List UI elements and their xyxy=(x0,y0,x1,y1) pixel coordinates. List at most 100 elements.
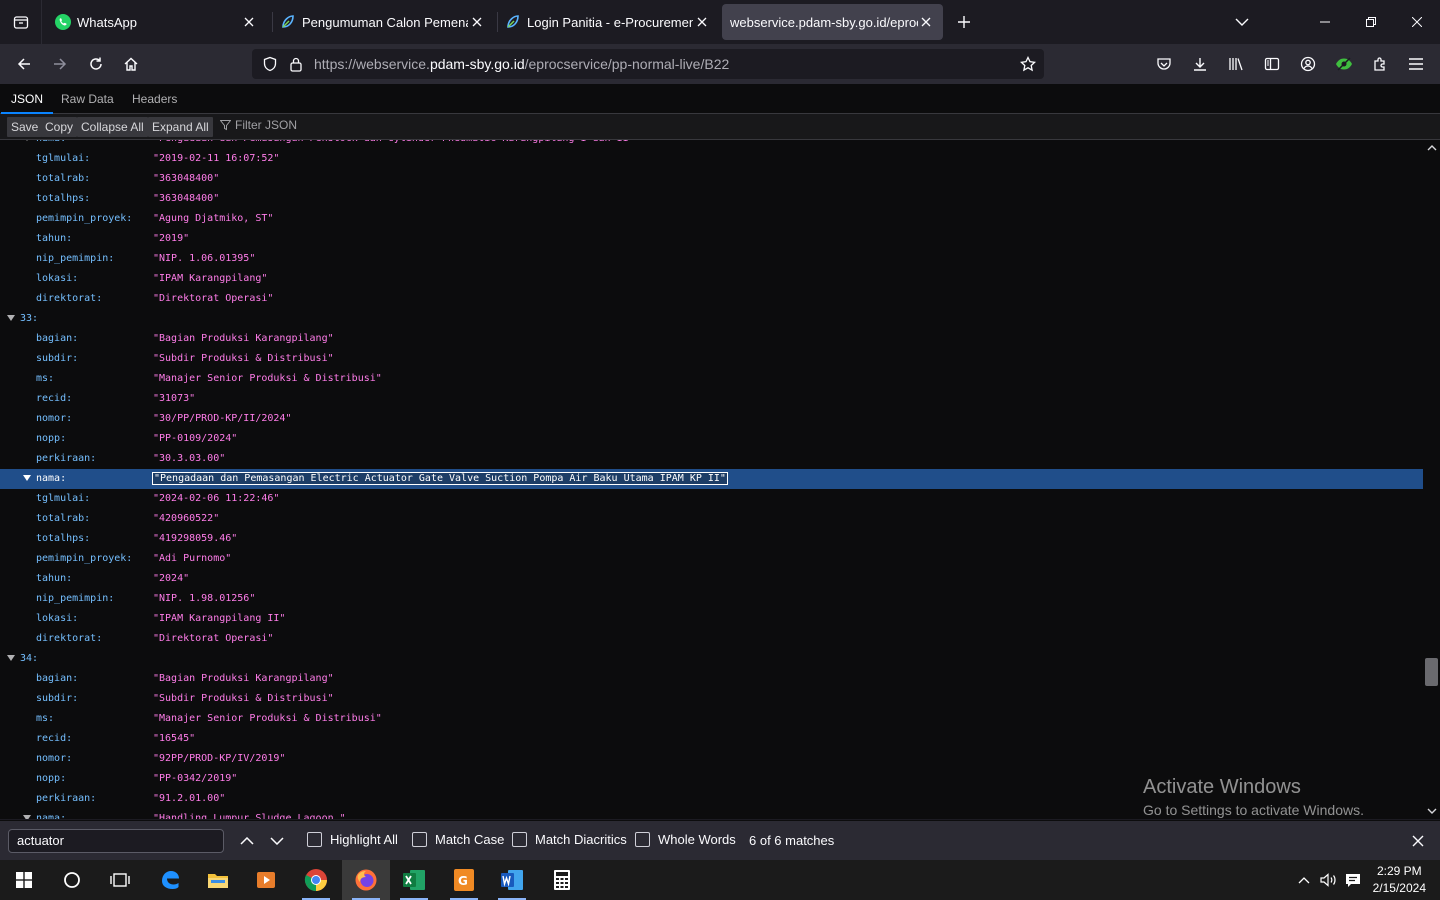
save-button[interactable]: Save xyxy=(7,117,43,137)
json-row[interactable]: direktorat: "Direktorat Operasi" xyxy=(0,289,1423,309)
json-row[interactable]: nomor: "30/PP/PROD-KP/II/2024" xyxy=(0,409,1423,429)
find-previous-button[interactable] xyxy=(235,829,259,853)
close-find-bar-button[interactable] xyxy=(1406,829,1430,853)
expand-toggle-icon[interactable] xyxy=(23,475,31,481)
excel-taskbar-button[interactable] xyxy=(390,860,438,900)
app-menu-button[interactable] xyxy=(1402,50,1430,78)
tab-pengumuman[interactable]: Pengumuman Calon Pemenang xyxy=(274,4,494,40)
expand-toggle-icon[interactable] xyxy=(23,815,31,819)
url-bar[interactable]: https://webservice.pdam-sby.go.id/eprocs… xyxy=(252,49,1044,79)
tab-webservice[interactable]: webservice.pdam-sby.go.id/eprocservice xyxy=(722,4,943,40)
restore-button[interactable] xyxy=(1348,0,1394,44)
expand-all-button[interactable]: Expand All xyxy=(148,117,213,137)
vertical-scrollbar[interactable] xyxy=(1423,140,1440,819)
json-row[interactable]: totalrab: "363048400" xyxy=(0,169,1423,189)
json-row[interactable]: nip_pemimpin: "NIP. 1.98.01256" xyxy=(0,589,1423,609)
show-hidden-icons-button[interactable] xyxy=(1292,860,1316,900)
media-player-taskbar-button[interactable] xyxy=(242,860,290,900)
calculator-taskbar-button[interactable] xyxy=(538,860,586,900)
highlight-all-checkbox[interactable]: Highlight All xyxy=(307,832,398,847)
tab-raw-data[interactable]: Raw Data xyxy=(51,84,124,114)
close-tab-icon[interactable] xyxy=(917,13,935,31)
filter-json-input[interactable]: Filter JSON xyxy=(220,118,297,132)
json-row[interactable]: subdir: "Subdir Produksi & Distribusi" xyxy=(0,349,1423,369)
json-row[interactable]: tglmulai: "2024-02-06 11:22:46" xyxy=(0,489,1423,509)
json-row[interactable]: perkiraan: "30.3.03.00" xyxy=(0,449,1423,469)
extensions-button[interactable] xyxy=(1366,50,1394,78)
json-row[interactable]: nama: "Pengadaan dan Pemasangan Penstock … xyxy=(0,140,1423,149)
json-row[interactable]: totalhps: "419298059.46" xyxy=(0,529,1423,549)
volume-button[interactable] xyxy=(1318,860,1340,900)
close-tab-icon[interactable] xyxy=(468,13,486,31)
json-row[interactable]: pemimpin_proyek: "Adi Purnomo" xyxy=(0,549,1423,569)
json-row[interactable]: pemimpin_proyek: "Agung Djatmiko, ST" xyxy=(0,209,1423,229)
home-button[interactable] xyxy=(117,50,145,78)
scrollbar-thumb[interactable] xyxy=(1425,658,1438,686)
expand-toggle-icon[interactable] xyxy=(7,315,15,321)
find-input[interactable]: actuator xyxy=(8,829,224,853)
tab-login-panitia[interactable]: Login Panitia - e-Procurement PDAM xyxy=(499,4,719,40)
collapse-all-button[interactable]: Collapse All xyxy=(77,117,148,137)
json-row[interactable]: bagian: "Bagian Produksi Karangpilang" xyxy=(0,329,1423,349)
json-row[interactable]: lokasi: "IPAM Karangpilang" xyxy=(0,269,1423,289)
search-button[interactable] xyxy=(48,860,96,900)
file-explorer-taskbar-button[interactable] xyxy=(194,860,242,900)
json-row[interactable]: ms: "Manajer Senior Produksi & Distribusi… xyxy=(0,369,1423,389)
tab-whatsapp[interactable]: WhatsApp xyxy=(46,4,266,40)
scroll-down-icon[interactable] xyxy=(1423,803,1440,819)
system-clock[interactable]: 2:29 PM 2/15/2024 xyxy=(1373,863,1426,897)
json-row[interactable]: recid: "31073" xyxy=(0,389,1423,409)
json-row[interactable]: lokasi: "IPAM Karangpilang II" xyxy=(0,609,1423,629)
list-all-tabs-button[interactable] xyxy=(1230,10,1254,34)
json-row[interactable]: bagian: "Bagian Produksi Karangpilang" xyxy=(0,669,1423,689)
whole-words-checkbox[interactable]: Whole Words xyxy=(635,832,736,847)
forward-button[interactable] xyxy=(46,50,74,78)
extension-button[interactable] xyxy=(1330,50,1358,78)
close-window-button[interactable] xyxy=(1394,0,1440,44)
library-button[interactable] xyxy=(1222,50,1250,78)
match-diacritics-checkbox[interactable]: Match Diacritics xyxy=(512,832,627,847)
close-tab-icon[interactable] xyxy=(240,13,258,31)
bookmark-star-icon[interactable] xyxy=(1018,54,1038,74)
edge-taskbar-button[interactable] xyxy=(146,860,194,900)
task-view-button[interactable] xyxy=(96,860,144,900)
json-row[interactable]: ms: "Manajer Senior Produksi & Distribusi… xyxy=(0,709,1423,729)
start-button[interactable] xyxy=(0,860,48,900)
lock-icon[interactable] xyxy=(286,54,306,74)
json-row[interactable]: tahun: "2024" xyxy=(0,569,1423,589)
reload-button[interactable] xyxy=(82,50,110,78)
find-next-button[interactable] xyxy=(265,829,289,853)
downloads-button[interactable] xyxy=(1186,50,1214,78)
scroll-up-icon[interactable] xyxy=(1423,140,1440,156)
pdf-app-taskbar-button[interactable]: G xyxy=(440,860,488,900)
minimize-button[interactable] xyxy=(1302,0,1348,44)
expand-toggle-icon[interactable] xyxy=(7,655,15,661)
back-button[interactable] xyxy=(10,50,38,78)
json-row[interactable]: totalrab: "420960522" xyxy=(0,509,1423,529)
json-row[interactable]: nip_pemimpin: "NIP. 1.06.01395" xyxy=(0,249,1423,269)
json-row[interactable]: nopp: "PP-0109/2024" xyxy=(0,429,1423,449)
close-tab-icon[interactable] xyxy=(693,13,711,31)
tracking-protection-shield-icon[interactable] xyxy=(260,54,280,74)
json-row[interactable]: 33: xyxy=(0,309,1423,329)
new-tab-button[interactable] xyxy=(952,10,976,34)
word-taskbar-button[interactable] xyxy=(488,860,536,900)
json-row[interactable]: recid: "16545" xyxy=(0,729,1423,749)
account-button[interactable] xyxy=(1294,50,1322,78)
json-row[interactable]: totalhps: "363048400" xyxy=(0,189,1423,209)
json-row[interactable]: subdir: "Subdir Produksi & Distribusi" xyxy=(0,689,1423,709)
json-row[interactable]: tglmulai: "2019-02-11 16:07:52" xyxy=(0,149,1423,169)
firefox-view-button[interactable] xyxy=(0,0,42,44)
chrome-taskbar-button[interactable] xyxy=(292,860,340,900)
tab-headers[interactable]: Headers xyxy=(122,84,187,114)
json-row[interactable]: nama: "Pengadaan dan Pemasangan Electric … xyxy=(0,469,1423,489)
pocket-button[interactable] xyxy=(1150,50,1178,78)
json-row[interactable]: 34: xyxy=(0,649,1423,669)
json-row[interactable]: direktorat: "Direktorat Operasi" xyxy=(0,629,1423,649)
json-row[interactable]: nomor: "92PP/PROD-KP/IV/2019" xyxy=(0,749,1423,769)
action-center-button[interactable] xyxy=(1342,860,1364,900)
tab-json[interactable]: JSON xyxy=(1,84,54,114)
match-case-checkbox[interactable]: Match Case xyxy=(412,832,504,847)
expand-toggle-icon[interactable] xyxy=(23,140,31,141)
sidebar-button[interactable] xyxy=(1258,50,1286,78)
